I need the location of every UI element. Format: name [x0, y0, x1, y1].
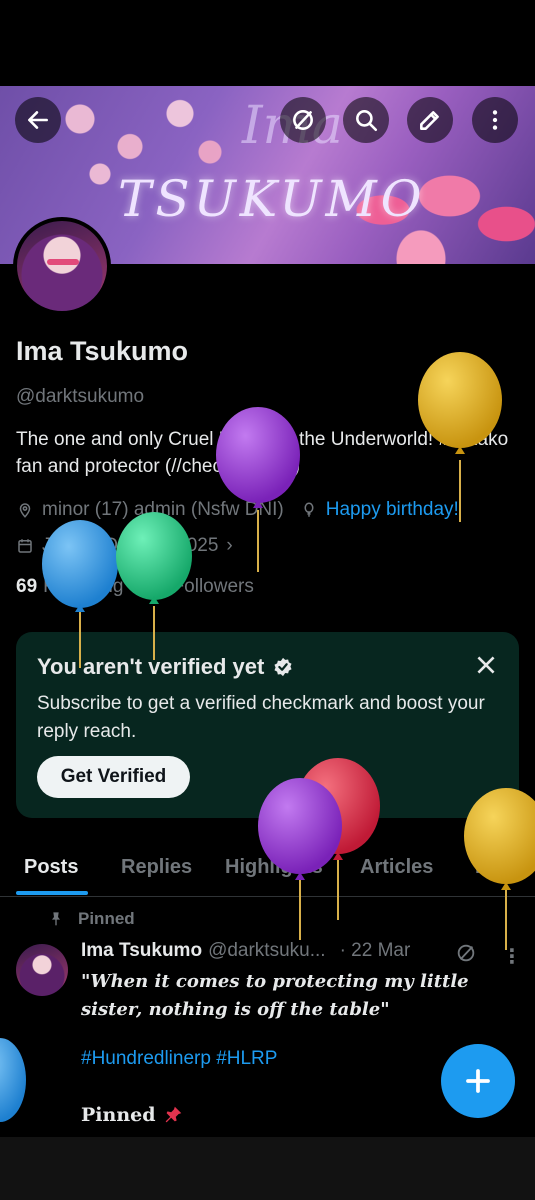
profile-meta-row: minor (17) admin (Nsfw DNI) Happy birthd… [16, 499, 459, 521]
status-bar-area [0, 0, 535, 86]
system-nav-bar [0, 1137, 535, 1200]
close-button[interactable] [473, 652, 499, 678]
post-author-name[interactable]: Ima Tsukumo [81, 940, 202, 962]
post-footer-text: Pinned [81, 1104, 156, 1126]
location-pin-icon [19, 503, 31, 518]
followers-label[interactable]: Followers [173, 576, 254, 598]
active-tab-indicator [16, 891, 88, 895]
display-name: Ima Tsukumo [16, 336, 189, 366]
more-vertical-icon [492, 110, 498, 130]
post-avatar[interactable] [16, 944, 68, 996]
no-reply-icon [457, 944, 475, 962]
banner-title-text: TSUKUMO [118, 170, 426, 228]
profile-tabs: Posts Replies Highlights Articles Media [0, 840, 535, 897]
verified-badge-icon [274, 657, 292, 677]
chevron-right-icon: › [226, 535, 233, 556]
post-no-reply-indicator [455, 942, 477, 964]
post-text: "When it comes to protecting my little s… [81, 971, 469, 1020]
profile-avatar[interactable] [13, 217, 111, 315]
verification-title-row: You aren't verified yet [37, 654, 294, 680]
more-button[interactable] [472, 97, 518, 143]
pin-icon [52, 912, 60, 926]
balloon-blue-bottom-left [0, 1038, 26, 1122]
tab-highlights[interactable]: Highlights [225, 856, 323, 879]
edit-button[interactable] [407, 97, 453, 143]
tab-articles[interactable]: Articles [360, 856, 433, 879]
follow-stats: 69 Following 80 Followers [16, 576, 254, 598]
tab-media[interactable]: Media [475, 856, 532, 879]
birthday-balloon-icon [304, 502, 314, 517]
edit-icon [420, 111, 439, 130]
calendar-icon [18, 539, 32, 553]
post-footer: Pinned [81, 1104, 184, 1126]
verification-card: You aren't verified yet Subscribe to get… [16, 632, 519, 818]
verification-description: Subscribe to get a verified checkmark an… [37, 693, 485, 742]
back-arrow-icon [28, 111, 48, 129]
pushpin-icon [165, 1106, 181, 1123]
close-icon [477, 656, 495, 674]
plus-icon [466, 1069, 490, 1093]
post-date: · 22 Mar [339, 940, 411, 961]
pinned-label: Pinned [78, 909, 135, 928]
joined-row[interactable]: Joined October 2025 › [16, 535, 233, 557]
following-label[interactable]: Following [43, 576, 123, 598]
pinned-indicator: Pinned [48, 909, 135, 929]
followers-count[interactable]: 80 [145, 576, 166, 598]
no-reply-button[interactable] [280, 97, 326, 143]
search-icon [356, 110, 378, 132]
location-text: minor (17) admin (Nsfw DNI) [42, 499, 284, 520]
following-count[interactable]: 69 [16, 576, 37, 598]
back-button[interactable] [15, 97, 61, 143]
joined-text: Joined October 2025 [42, 535, 219, 556]
no-reply-icon [293, 110, 313, 130]
birthday-link[interactable]: Happy birthday! [326, 499, 459, 521]
tab-posts[interactable]: Posts [24, 856, 78, 879]
get-verified-button[interactable]: Get Verified [37, 756, 190, 798]
post-hashtags[interactable]: #Hundredlinerp #HLRP [81, 1048, 277, 1070]
profile-handle: @darktsukumo [16, 386, 145, 407]
verification-title: You aren't verified yet [37, 654, 265, 679]
search-button[interactable] [343, 97, 389, 143]
post-header: Ima Tsukumo @darktsuku... · 22 Mar [81, 940, 410, 962]
post-more-button[interactable]: ⋮ [502, 944, 522, 969]
post-author-handle[interactable]: @darktsuku... [208, 940, 326, 962]
profile-bio: The one and only Cruel Prince of the Und… [16, 429, 509, 477]
tab-replies[interactable]: Replies [121, 856, 192, 879]
compose-button[interactable] [441, 1044, 515, 1118]
